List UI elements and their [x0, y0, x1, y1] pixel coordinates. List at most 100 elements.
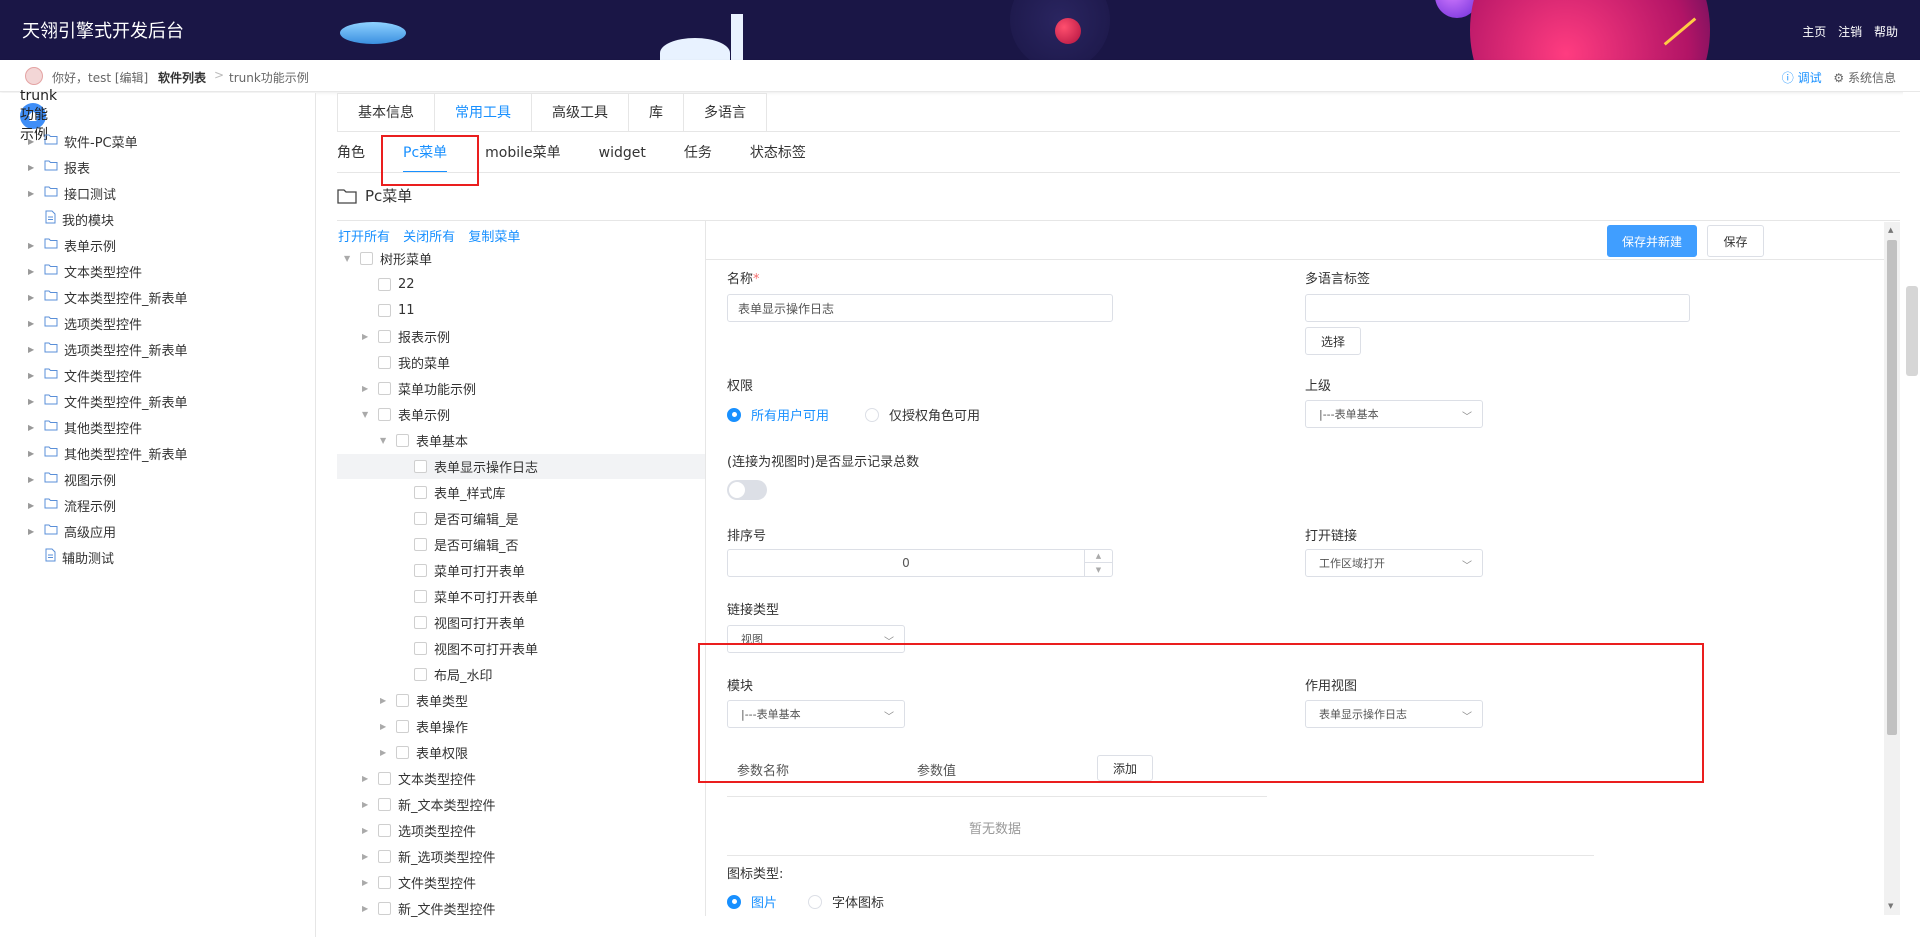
menu-tree-node[interactable]: 菜单不可打开表单	[398, 584, 538, 608]
sidebar-item[interactable]: ▶ 文件类型控件_新表单	[28, 391, 188, 411]
expand-arrow-icon[interactable]: ▼	[362, 410, 372, 419]
debug-link[interactable]: ⓘ 调试	[1782, 71, 1822, 85]
menu-tree-node[interactable]: ▶ 选项类型控件	[362, 818, 476, 842]
icon-font-radio[interactable]: 字体图标	[808, 892, 884, 911]
sidebar-item[interactable]: ▶ 报表	[28, 157, 90, 177]
collapse-all-link[interactable]: 关闭所有	[403, 230, 455, 245]
expand-arrow-icon[interactable]: ▶	[28, 293, 38, 302]
sidebar-item[interactable]: ▶ 软件-PC菜单	[28, 131, 138, 151]
expand-arrow-icon[interactable]: ▶	[28, 527, 38, 536]
expand-all-link[interactable]: 打开所有	[338, 230, 390, 245]
sidebar-item[interactable]: ▶ 选项类型控件	[28, 313, 142, 333]
tree-checkbox[interactable]	[414, 641, 427, 655]
save-button[interactable]: 保存	[1707, 225, 1764, 257]
sidebar-item[interactable]: ▶ 其他类型控件_新表单	[28, 443, 188, 463]
sidebar-item[interactable]: ▶ 高级应用	[28, 521, 116, 541]
tab-task[interactable]: 任务	[684, 133, 712, 173]
expand-arrow-icon[interactable]: ▶	[380, 696, 390, 705]
user-greeting[interactable]: 你好，test [编辑]	[52, 69, 148, 86]
expand-arrow-icon[interactable]: ▶	[28, 371, 38, 380]
save-and-new-button[interactable]: 保存并新建	[1607, 225, 1697, 257]
tab-library[interactable]: 库	[629, 94, 684, 131]
menu-tree-node[interactable]: 视图不可打开表单	[398, 636, 538, 660]
tree-checkbox[interactable]	[396, 433, 409, 447]
sidebar-item[interactable]: ▶ 表单示例	[28, 235, 116, 255]
sidebar-item[interactable]: ▶ 流程示例	[28, 495, 116, 515]
menu-tree-node[interactable]: 视图可打开表单	[398, 610, 525, 634]
menu-tree-node[interactable]: 表单显示操作日志	[398, 454, 538, 478]
sidebar-item[interactable]: ▶ 选项类型控件_新表单	[28, 339, 188, 359]
tree-checkbox[interactable]	[378, 329, 391, 343]
scroll-up-icon[interactable]: ▲	[1888, 226, 1893, 234]
tab-multilang[interactable]: 多语言	[684, 94, 766, 131]
menu-tree-node[interactable]: ▼ 树形菜单	[344, 246, 432, 270]
tree-checkbox[interactable]	[414, 459, 427, 473]
copy-menu-link[interactable]: 复制菜单	[468, 230, 520, 245]
page-scrollbar-track[interactable]	[1903, 92, 1920, 937]
menu-tree-node[interactable]: ▼ 表单示例	[362, 402, 450, 426]
menu-tree-node[interactable]: 是否可编辑_否	[398, 532, 519, 556]
expand-arrow-icon[interactable]: ▶	[28, 345, 38, 354]
expand-arrow-icon[interactable]: ▶	[28, 449, 38, 458]
menu-tree-node[interactable]: ▶ 新_选项类型控件	[362, 844, 496, 868]
expand-arrow-icon[interactable]: ▶	[362, 904, 372, 913]
tree-checkbox[interactable]	[378, 381, 391, 395]
show-total-toggle[interactable]	[727, 480, 767, 500]
perm-all-radio[interactable]: 所有用户可用	[727, 405, 829, 424]
tree-checkbox[interactable]	[414, 563, 427, 577]
expand-arrow-icon[interactable]: ▼	[344, 254, 354, 263]
tree-checkbox[interactable]	[378, 277, 391, 291]
menu-tree-node[interactable]: ▶ 新_文件类型控件	[362, 896, 496, 920]
expand-arrow-icon[interactable]: ▶	[380, 722, 390, 731]
i18n-input[interactable]	[1305, 294, 1690, 322]
sidebar-item[interactable]: ▶ 视图示例	[28, 469, 116, 489]
menu-tree-node[interactable]: ▼ 表单基本	[380, 428, 468, 452]
tree-checkbox[interactable]	[378, 797, 391, 811]
tree-checkbox[interactable]	[414, 511, 427, 525]
menu-tree-node[interactable]: 布局_水印	[398, 662, 493, 686]
scroll-down-icon[interactable]: ▼	[1888, 902, 1893, 910]
tree-checkbox[interactable]	[414, 667, 427, 681]
tree-checkbox[interactable]	[414, 615, 427, 629]
tree-checkbox[interactable]	[378, 875, 391, 889]
view-select[interactable]: 表单显示操作日志 ﹀	[1305, 700, 1483, 728]
menu-tree-node[interactable]: 22	[362, 272, 415, 296]
expand-arrow-icon[interactable]: ▶	[28, 267, 38, 276]
icon-image-radio[interactable]: 图片	[727, 892, 777, 911]
menu-tree-node[interactable]: ▶ 文本类型控件	[362, 766, 476, 790]
software-list-link[interactable]: 软件列表	[158, 69, 206, 86]
tab-role[interactable]: 角色	[337, 133, 365, 173]
menu-tree-node[interactable]: ▶ 文件类型控件	[362, 870, 476, 894]
expand-arrow-icon[interactable]: ▶	[28, 241, 38, 250]
menu-tree-node[interactable]: ▶ 报表示例	[362, 324, 450, 348]
expand-arrow-icon[interactable]: ▶	[362, 384, 372, 393]
expand-arrow-icon[interactable]: ▶	[362, 800, 372, 809]
menu-tree-node[interactable]: 菜单可打开表单	[398, 558, 525, 582]
system-info-link[interactable]: ⚙ 系统信息	[1833, 71, 1896, 85]
tree-checkbox[interactable]	[414, 485, 427, 499]
menu-tree-node[interactable]: ▶ 表单权限	[380, 740, 468, 764]
tree-checkbox[interactable]	[396, 693, 409, 707]
menu-tree-node[interactable]: ▶ 表单类型	[380, 688, 468, 712]
menu-tree-node[interactable]: 我的菜单	[362, 350, 450, 374]
tree-checkbox[interactable]	[378, 823, 391, 837]
name-input[interactable]: 表单显示操作日志	[727, 294, 1113, 322]
sidebar-item[interactable]: 辅助测试	[28, 547, 114, 567]
expand-arrow-icon[interactable]: ▶	[362, 878, 372, 887]
tree-checkbox[interactable]	[396, 745, 409, 759]
expand-arrow-icon[interactable]: ▶	[362, 332, 372, 341]
perm-role-radio[interactable]: 仅授权角色可用	[865, 405, 980, 424]
tree-checkbox[interactable]	[378, 849, 391, 863]
tree-checkbox[interactable]	[414, 537, 427, 551]
tree-checkbox[interactable]	[378, 407, 391, 421]
tree-checkbox[interactable]	[360, 251, 373, 265]
logout-link[interactable]: 注销	[1838, 25, 1862, 39]
tab-mobile-menu[interactable]: mobile菜单	[485, 133, 560, 173]
home-link[interactable]: 主页	[1802, 25, 1826, 39]
decrement-icon[interactable]: ▼	[1085, 563, 1112, 576]
menu-tree-node[interactable]: ▶ 菜单功能示例	[362, 376, 476, 400]
expand-arrow-icon[interactable]: ▶	[28, 189, 38, 198]
expand-arrow-icon[interactable]: ▶	[28, 475, 38, 484]
form-scrollbar-thumb[interactable]	[1887, 240, 1897, 735]
add-param-button[interactable]: 添加	[1097, 755, 1153, 781]
